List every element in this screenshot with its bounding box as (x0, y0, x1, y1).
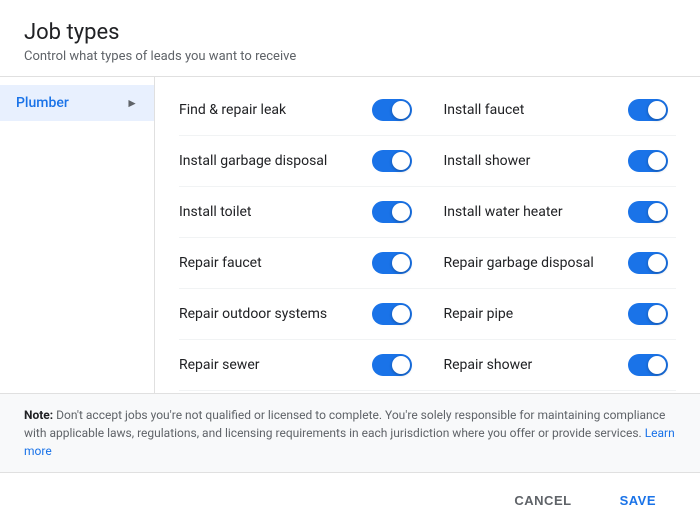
toggle-track (372, 354, 412, 376)
toggle-thumb (392, 305, 410, 323)
toggle-switch[interactable] (372, 150, 412, 172)
toggle-thumb (648, 356, 666, 374)
note-text: Don't accept jobs you're not qualified o… (24, 408, 665, 440)
job-item: Repair shower (428, 340, 677, 391)
chevron-right-icon: ► (126, 96, 138, 110)
job-item: Install toilet (179, 187, 428, 238)
job-label: Install shower (444, 153, 531, 169)
job-label: Install toilet (179, 204, 251, 220)
toggle-thumb (648, 254, 666, 272)
toggle-track (628, 303, 668, 325)
job-label: Repair faucet (179, 255, 262, 271)
toggle-switch[interactable] (372, 99, 412, 121)
toggle-thumb (392, 203, 410, 221)
toggle-switch[interactable] (372, 252, 412, 274)
job-item: Install shower (428, 136, 677, 187)
job-item: Install water heater (428, 187, 677, 238)
job-item: Install faucet (428, 85, 677, 136)
cancel-button[interactable]: CANCEL (494, 485, 591, 516)
toggle-switch[interactable] (628, 99, 668, 121)
toggle-track (372, 252, 412, 274)
toggle-thumb (392, 254, 410, 272)
job-item: Repair outdoor systems (179, 289, 428, 340)
footer-note: Note: Don't accept jobs you're not quali… (0, 393, 700, 472)
content-area: Plumber ► Find & repair leak Install fauc… (0, 77, 700, 393)
footer-actions: CANCEL SAVE (0, 472, 700, 528)
job-label: Install water heater (444, 204, 563, 220)
job-item: Repair garbage disposal (428, 238, 677, 289)
toggle-track (628, 252, 668, 274)
job-label: Repair shower (444, 357, 533, 373)
job-label: Install faucet (444, 102, 525, 118)
toggle-thumb (392, 101, 410, 119)
toggle-track (372, 150, 412, 172)
job-item: Repair pipe (428, 289, 677, 340)
toggle-switch[interactable] (628, 252, 668, 274)
job-label: Repair garbage disposal (444, 255, 594, 271)
job-item: Repair sewer (179, 340, 428, 391)
toggle-track (628, 201, 668, 223)
page-subtitle: Control what types of leads you want to … (24, 49, 676, 64)
job-label: Repair pipe (444, 306, 514, 322)
toggle-track (372, 201, 412, 223)
job-item: Repair faucet (179, 238, 428, 289)
toggle-thumb (648, 305, 666, 323)
job-label: Repair sewer (179, 357, 260, 373)
sidebar-item-plumber[interactable]: Plumber ► (0, 85, 154, 121)
toggle-thumb (392, 356, 410, 374)
toggle-thumb (648, 101, 666, 119)
toggle-switch[interactable] (628, 150, 668, 172)
sidebar-item-label: Plumber (16, 95, 69, 111)
note-bold: Note: (24, 408, 53, 422)
job-label: Find & repair leak (179, 102, 286, 118)
toggle-thumb (392, 152, 410, 170)
toggle-switch[interactable] (628, 354, 668, 376)
toggle-track (372, 99, 412, 121)
job-item: Install garbage disposal (179, 136, 428, 187)
toggle-track (628, 99, 668, 121)
toggle-switch[interactable] (628, 201, 668, 223)
job-item: Find & repair leak (179, 85, 428, 136)
toggle-switch[interactable] (372, 303, 412, 325)
toggle-switch[interactable] (628, 303, 668, 325)
job-label: Repair outdoor systems (179, 306, 327, 322)
toggle-track (628, 354, 668, 376)
header: Job types Control what types of leads yo… (0, 0, 700, 76)
job-grid: Find & repair leak Install faucet Install … (179, 85, 676, 391)
toggle-track (628, 150, 668, 172)
sidebar: Plumber ► (0, 77, 155, 393)
save-button[interactable]: SAVE (600, 485, 676, 516)
job-label: Install garbage disposal (179, 153, 327, 169)
toggle-track (372, 303, 412, 325)
toggle-switch[interactable] (372, 201, 412, 223)
main-content: Find & repair leak Install faucet Install … (155, 77, 700, 393)
toggle-thumb (648, 203, 666, 221)
toggle-thumb (648, 152, 666, 170)
toggle-switch[interactable] (372, 354, 412, 376)
page-title: Job types (24, 20, 676, 45)
page-container: Job types Control what types of leads yo… (0, 0, 700, 528)
